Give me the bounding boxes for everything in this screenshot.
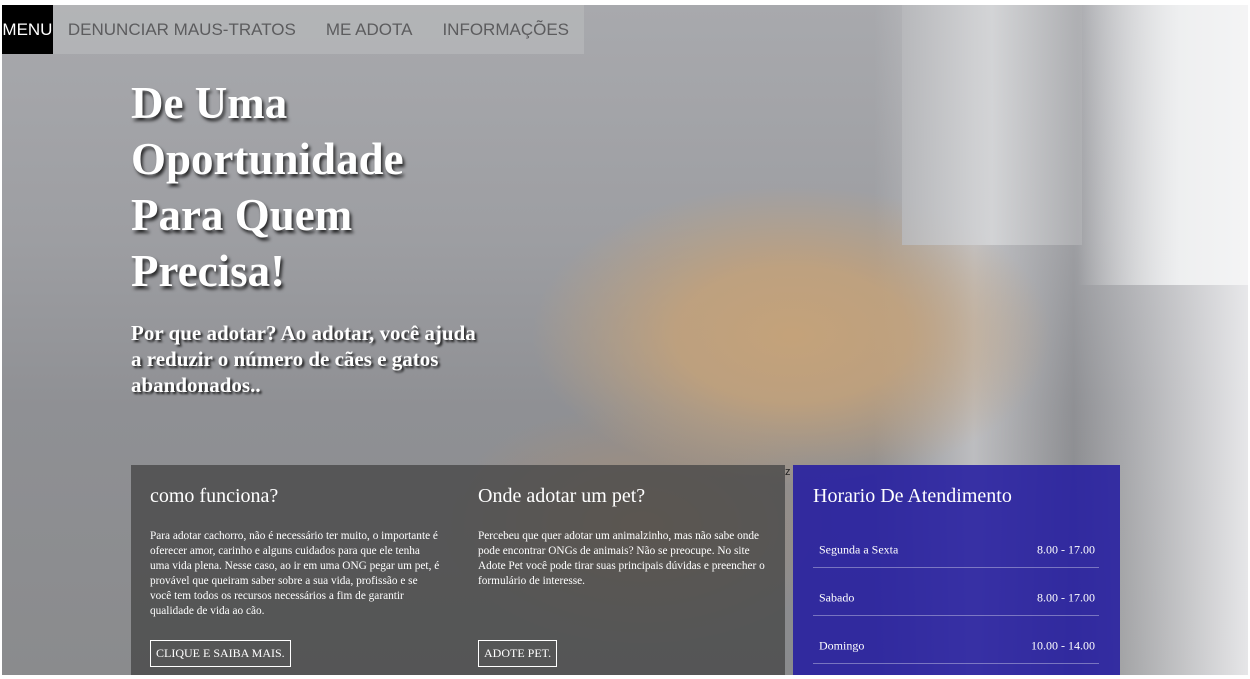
opening-hours-panel: Horario De Atendimento Segunda a Sexta 8… xyxy=(793,465,1120,675)
hours-time: 8.00 - 17.00 xyxy=(1037,590,1095,605)
menu-button[interactable]: MENU xyxy=(2,5,53,54)
background-light-area xyxy=(1078,5,1248,285)
adopt-pet-button[interactable]: ADOTE PET. xyxy=(478,640,558,667)
hours-time: 10.00 - 14.00 xyxy=(1031,638,1095,653)
nav-denunciar-maus-tratos[interactable]: DENUNCIAR MAUS-TRATOS xyxy=(53,5,311,54)
how-it-works-title: como funciona? xyxy=(150,485,279,507)
hours-row: Segunda a Sexta 8.00 - 17.00 xyxy=(813,520,1099,568)
hours-day: Sabado xyxy=(819,590,855,605)
how-it-works-text: Para adotar cachorro, não é necessário t… xyxy=(150,530,440,617)
where-to-adopt-column: Onde adotar um pet? Percebeu que quer ad… xyxy=(478,465,768,589)
how-it-works-column: como funciona? Para adotar cachorro, não… xyxy=(150,465,440,619)
hours-day: Domingo xyxy=(819,638,865,653)
top-navigation: MENU DENUNCIAR MAUS-TRATOS ME ADOTA INFO… xyxy=(2,5,584,54)
where-to-adopt-text: Percebeu que quer adotar um animalzinho,… xyxy=(478,530,765,587)
opening-hours-title: Horario De Atendimento xyxy=(813,485,1012,507)
hours-row: Domingo 10.00 - 14.00 xyxy=(813,616,1099,664)
hours-day: Segunda a Sexta xyxy=(819,542,899,557)
hours-row: Sabado 8.00 - 17.00 xyxy=(813,568,1099,616)
background-post xyxy=(902,5,1082,245)
nav-informacoes[interactable]: INFORMAÇÕES xyxy=(427,5,584,54)
info-panel: como funciona? Para adotar cachorro, não… xyxy=(131,465,785,675)
learn-more-button[interactable]: CLIQUE E SAIBA MAIS. xyxy=(150,640,291,667)
nav-me-adota[interactable]: ME ADOTA xyxy=(311,5,428,54)
hero-subtitle: Por que adotar? Ao adotar, você ajuda a … xyxy=(131,321,476,397)
hero-headline: De Uma Oportunidade Para Quem Precisa! xyxy=(131,78,404,296)
hours-time: 8.00 - 17.00 xyxy=(1037,542,1095,557)
stray-character: z xyxy=(785,466,791,478)
where-to-adopt-title: Onde adotar um pet? xyxy=(478,485,646,507)
